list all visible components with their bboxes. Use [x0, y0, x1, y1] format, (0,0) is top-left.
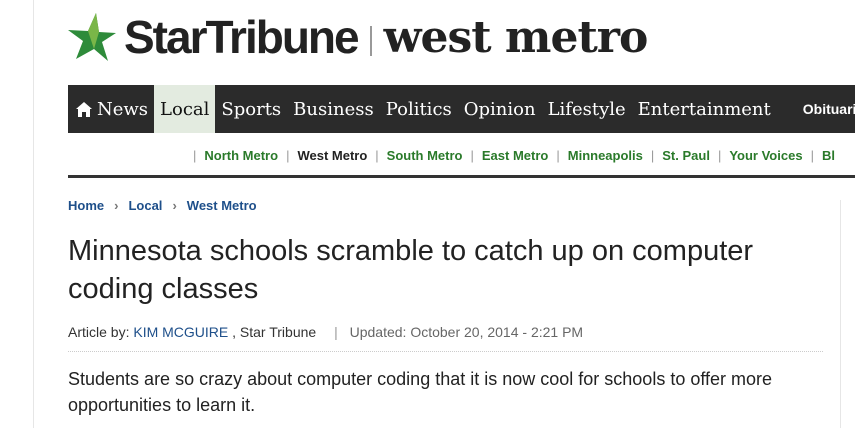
- subnav-separator: |: [286, 147, 290, 163]
- subnav-item-south-metro[interactable]: South Metro: [387, 148, 463, 163]
- subnav-item-minneapolis[interactable]: Minneapolis: [568, 148, 643, 163]
- breadcrumb-local[interactable]: Local: [128, 198, 162, 213]
- home-icon: [76, 101, 92, 117]
- nav-item-business[interactable]: Business: [287, 85, 380, 133]
- subnav-item-north-metro[interactable]: North Metro: [204, 148, 278, 163]
- chevron-right-icon: ›: [114, 198, 119, 213]
- subnav-separator: |: [810, 147, 814, 163]
- subnav-item-east-metro[interactable]: East Metro: [482, 148, 548, 163]
- nav-item-obituaries[interactable]: Obituaries: [797, 85, 855, 133]
- byline-source: , Star Tribune: [232, 324, 317, 340]
- nav-item-sports[interactable]: Sports: [215, 85, 287, 133]
- star-logo-icon[interactable]: [66, 11, 118, 63]
- article-dek: Students are so crazy about computer cod…: [68, 369, 773, 415]
- subnav-separator: |: [193, 147, 197, 163]
- brand-logo-text[interactable]: StarTribune: [124, 10, 360, 64]
- breadcrumb-home[interactable]: Home: [68, 198, 104, 213]
- nav-item-news[interactable]: News: [68, 85, 154, 133]
- byline-separator: |: [334, 324, 338, 340]
- subnav-item-st-paul[interactable]: St. Paul: [662, 148, 710, 163]
- left-page-rule: [33, 0, 34, 428]
- nav-item-label: News: [97, 98, 149, 120]
- article-headline: Minnesota schools scramble to catch up o…: [68, 235, 754, 305]
- author-link[interactable]: KIM MCGUIRE: [133, 324, 228, 340]
- sub-nav: | North Metro | West Metro | South Metro…: [185, 147, 835, 163]
- subnav-separator: |: [375, 147, 379, 163]
- nav-item-opinion[interactable]: Opinion: [458, 85, 542, 133]
- main-nav: News Local Sports Business Politics Opin…: [68, 85, 855, 133]
- byline: Article by: KIM MCGUIRE , Star Tribune |…: [68, 324, 583, 340]
- masthead-divider: [369, 26, 372, 56]
- breadcrumb-west-metro[interactable]: West Metro: [187, 198, 257, 213]
- subnav-separator: |: [470, 147, 474, 163]
- section-title: west metro: [383, 11, 649, 63]
- right-column-rule: [840, 200, 841, 428]
- breadcrumb: Home › Local › West Metro: [68, 198, 257, 213]
- nav-item-politics[interactable]: Politics: [380, 85, 458, 133]
- subnav-separator: |: [717, 147, 722, 163]
- subnav-item-blogs[interactable]: Bl: [822, 148, 835, 163]
- subnav-item-west-metro[interactable]: West Metro: [297, 148, 367, 163]
- nav-item-lifestyle[interactable]: Lifestyle: [542, 85, 632, 133]
- nav-item-entertainment[interactable]: Entertainment: [632, 85, 777, 133]
- chevron-right-icon: ›: [172, 198, 177, 213]
- byline-prefix: Article by:: [68, 324, 130, 340]
- subnav-separator: |: [650, 147, 655, 163]
- byline-divider: [68, 351, 823, 352]
- subnav-separator: |: [556, 147, 560, 163]
- updated-timestamp: Updated: October 20, 2014 - 2:21 PM: [349, 324, 584, 340]
- nav-item-local[interactable]: Local: [154, 85, 216, 133]
- subnav-item-your-voices[interactable]: Your Voices: [729, 148, 802, 163]
- masthead: StarTribune west metro: [66, 8, 649, 66]
- subnav-divider: [68, 175, 855, 178]
